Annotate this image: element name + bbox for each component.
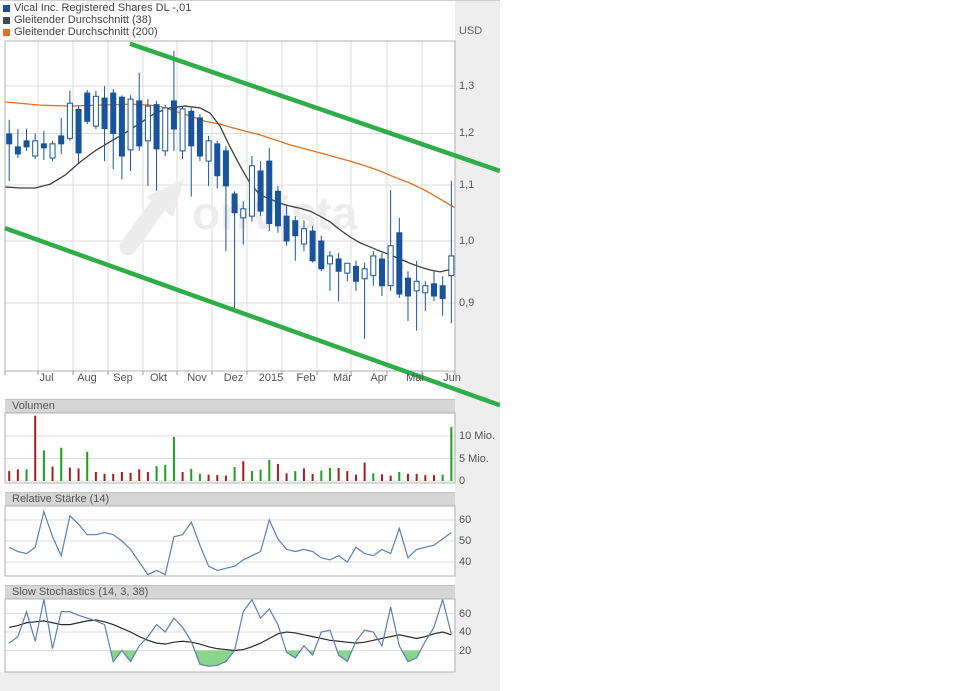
svg-text:onVista: onVista xyxy=(192,187,358,239)
rsi-axis-label: 60 xyxy=(459,514,471,526)
legend-item-label: Gleitender Durchschnitt (38) xyxy=(14,14,152,26)
time-axis-label: Mai xyxy=(395,372,435,384)
legend-item-ma38: Gleitender Durchschnitt (38) xyxy=(2,14,191,26)
rsi-axis-label: 50 xyxy=(459,535,471,547)
volume-panel-header: Volumen xyxy=(5,399,455,413)
price-series-swatch-icon xyxy=(3,5,10,12)
stochastics-axis-label: 40 xyxy=(459,626,471,638)
ma200-swatch-icon xyxy=(3,29,10,36)
currency-label: USD xyxy=(459,25,482,37)
time-axis-label: Apr xyxy=(359,372,399,384)
time-axis-label: Jul xyxy=(27,372,67,384)
legend-item-ma200: Gleitender Durchschnitt (200) xyxy=(2,26,191,38)
rsi-panel-header: Relative Stärke (14) xyxy=(5,492,455,506)
time-axis-label: Okt xyxy=(139,372,179,384)
price-axis-label: 0,9 xyxy=(459,297,474,309)
ma38-swatch-icon xyxy=(3,17,10,24)
stochastics-panel-header: Slow Stochastics (14, 3, 38) xyxy=(5,585,455,599)
price-axis-label: 1,2 xyxy=(459,127,474,139)
legend-item-price: Vical Inc. Registered Shares DL -,01 xyxy=(2,2,191,14)
time-axis-label: Sep xyxy=(103,372,143,384)
time-axis-label: Mär xyxy=(323,372,363,384)
volume-axis-label: 10 Mio. xyxy=(459,430,495,442)
price-axis-label: 1,1 xyxy=(459,179,474,191)
time-axis-label: Dez xyxy=(214,372,254,384)
time-axis-label: Aug xyxy=(67,372,107,384)
stochastics-axis-label: 20 xyxy=(459,645,471,657)
time-axis-label: Jun xyxy=(432,372,472,384)
chart-legend: Vical Inc. Registered Shares DL -,01 Gle… xyxy=(2,2,191,38)
stock-chart-widget: onVista Vical Inc. Registered Shares DL … xyxy=(0,0,500,691)
time-axis-label: Feb xyxy=(286,372,326,384)
stochastics-axis-label: 60 xyxy=(459,608,471,620)
legend-item-label: Vical Inc. Registered Shares DL -,01 xyxy=(14,2,191,14)
time-axis-label: Nov xyxy=(177,372,217,384)
time-axis-label: 2015 xyxy=(251,372,291,384)
page: onVista Vical Inc. Registered Shares DL … xyxy=(0,0,960,691)
price-axis-label: 1,0 xyxy=(459,235,474,247)
volume-axis-label: 5 Mio. xyxy=(459,453,489,465)
volume-axis-label: 0 xyxy=(459,475,465,487)
rsi-axis-label: 40 xyxy=(459,556,471,568)
price-axis-label: 1,3 xyxy=(459,80,474,92)
legend-item-label: Gleitender Durchschnitt (200) xyxy=(14,26,158,38)
